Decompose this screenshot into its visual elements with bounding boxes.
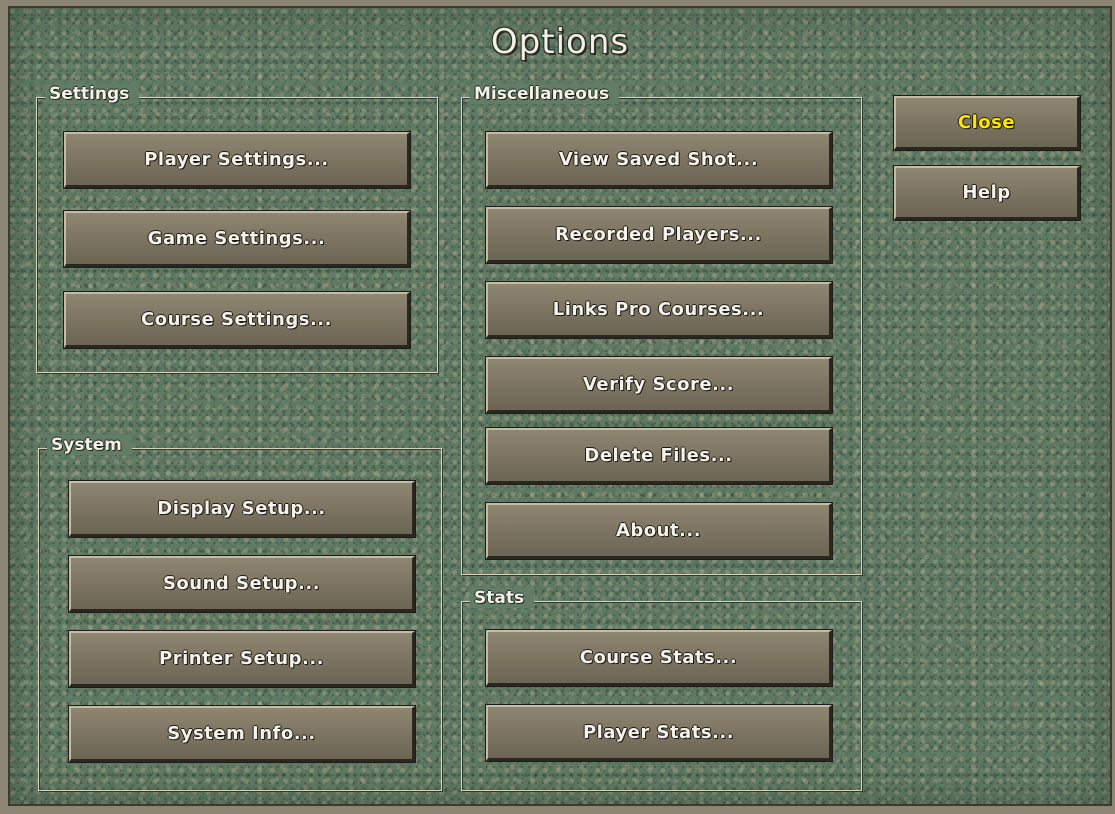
delete-files-button[interactable]: Delete Files... bbox=[485, 427, 833, 485]
miscellaneous-group-label: Miscellaneous bbox=[470, 84, 620, 104]
stats-group-label: Stats bbox=[470, 588, 535, 608]
dialog-title: Options bbox=[490, 22, 630, 62]
recorded-players-button[interactable]: Recorded Players... bbox=[485, 206, 833, 264]
help-button[interactable]: Help bbox=[893, 165, 1081, 221]
options-dialog: Options Settings Player Settings... Game… bbox=[8, 6, 1112, 806]
view-saved-shot-button[interactable]: View Saved Shot... bbox=[485, 131, 833, 189]
sound-setup-button[interactable]: Sound Setup... bbox=[68, 555, 416, 613]
course-stats-button[interactable]: Course Stats... bbox=[485, 629, 833, 687]
close-button[interactable]: Close bbox=[893, 95, 1081, 151]
system-group-label: System bbox=[47, 435, 132, 455]
links-pro-courses-button[interactable]: Links Pro Courses... bbox=[485, 281, 833, 339]
display-setup-button[interactable]: Display Setup... bbox=[68, 480, 416, 538]
player-stats-button[interactable]: Player Stats... bbox=[485, 704, 833, 762]
player-settings-button[interactable]: Player Settings... bbox=[63, 131, 411, 189]
course-settings-button[interactable]: Course Settings... bbox=[63, 291, 411, 349]
settings-group-label: Settings bbox=[45, 84, 140, 104]
game-settings-button[interactable]: Game Settings... bbox=[63, 210, 411, 268]
about-button[interactable]: About... bbox=[485, 502, 833, 560]
printer-setup-button[interactable]: Printer Setup... bbox=[68, 630, 416, 688]
system-info-button[interactable]: System Info... bbox=[68, 705, 416, 763]
verify-score-button[interactable]: Verify Score... bbox=[485, 356, 833, 414]
